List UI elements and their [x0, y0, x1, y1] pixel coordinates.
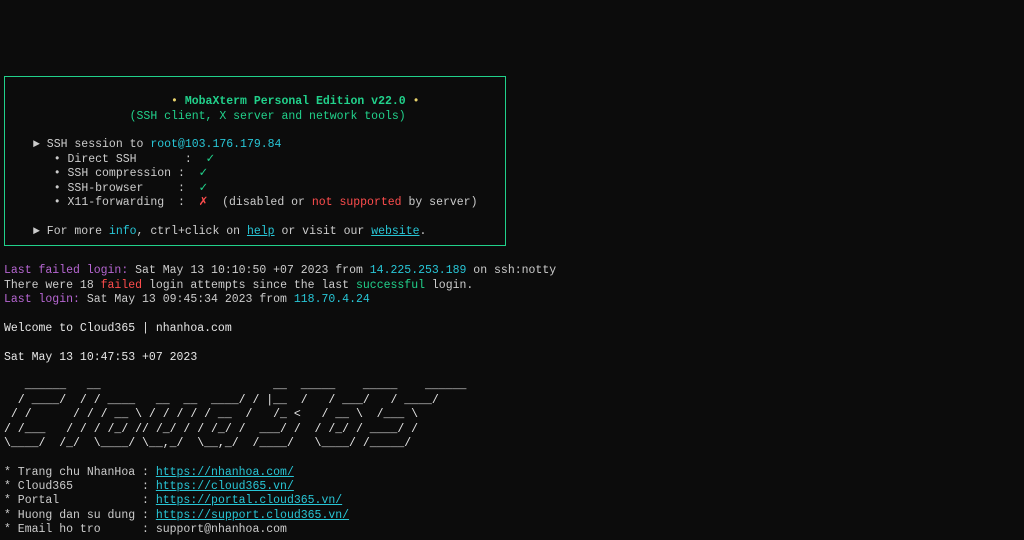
ascii-logo: ______ __ __ _____ _____ ______ / ____/ …	[4, 379, 466, 450]
support-email: * Email ho tro : support@nhanhoa.com	[4, 523, 287, 536]
date-line: Sat May 13 10:47:53 +07 2023	[4, 351, 197, 364]
nhanhoa-link[interactable]: https://nhanhoa.com/	[156, 466, 294, 479]
welcome-line: Welcome to Cloud365 | nhanhoa.com	[4, 322, 232, 335]
portal-link[interactable]: https://portal.cloud365.vn/	[156, 494, 342, 507]
link-portal: * Portal : https://portal.cloud365.vn/	[4, 494, 342, 507]
check-icon: ✓	[199, 182, 209, 195]
banner-title-line: • MobaXterm Personal Edition v22.0 •	[33, 95, 420, 108]
banner-item-direct-ssh: • Direct SSH : ✓	[33, 153, 215, 166]
check-icon: ✓	[199, 167, 209, 180]
cloud365-link[interactable]: https://cloud365.vn/	[156, 480, 294, 493]
x-icon: ✗	[199, 196, 209, 209]
banner-footer: ► For more info, ctrl+click on help or v…	[33, 225, 426, 238]
website-link[interactable]: website	[371, 225, 419, 238]
banner-item-ssh-browser: • SSH-browser : ✓	[33, 182, 208, 195]
failed-attempts: There were 18 failed login attempts sinc…	[4, 279, 473, 292]
banner-item-ssh-compression: • SSH compression : ✓	[33, 167, 208, 180]
check-icon: ✓	[206, 153, 216, 166]
link-support: * Huong dan su dung : https://support.cl…	[4, 509, 349, 522]
link-nhanhoa: * Trang chu NhanHoa : https://nhanhoa.co…	[4, 466, 294, 479]
last-failed-login: Last failed login: Sat May 13 10:10:50 +…	[4, 264, 556, 277]
help-link[interactable]: help	[247, 225, 275, 238]
link-cloud365: * Cloud365 : https://cloud365.vn/	[4, 480, 294, 493]
last-login: Last login: Sat May 13 09:45:34 2023 fro…	[4, 293, 370, 306]
banner-session: ► SSH session to root@103.176.179.84	[33, 138, 281, 151]
banner-subtitle: (SSH client, X server and network tools)	[33, 110, 406, 123]
banner-item-x11: • X11-forwarding : ✗ (disabled or not su…	[33, 196, 477, 209]
moba-banner-box: • MobaXterm Personal Edition v22.0 • (SS…	[4, 76, 506, 246]
support-link[interactable]: https://support.cloud365.vn/	[156, 509, 349, 522]
terminal-output[interactable]: • MobaXterm Personal Edition v22.0 • (SS…	[0, 58, 1024, 540]
